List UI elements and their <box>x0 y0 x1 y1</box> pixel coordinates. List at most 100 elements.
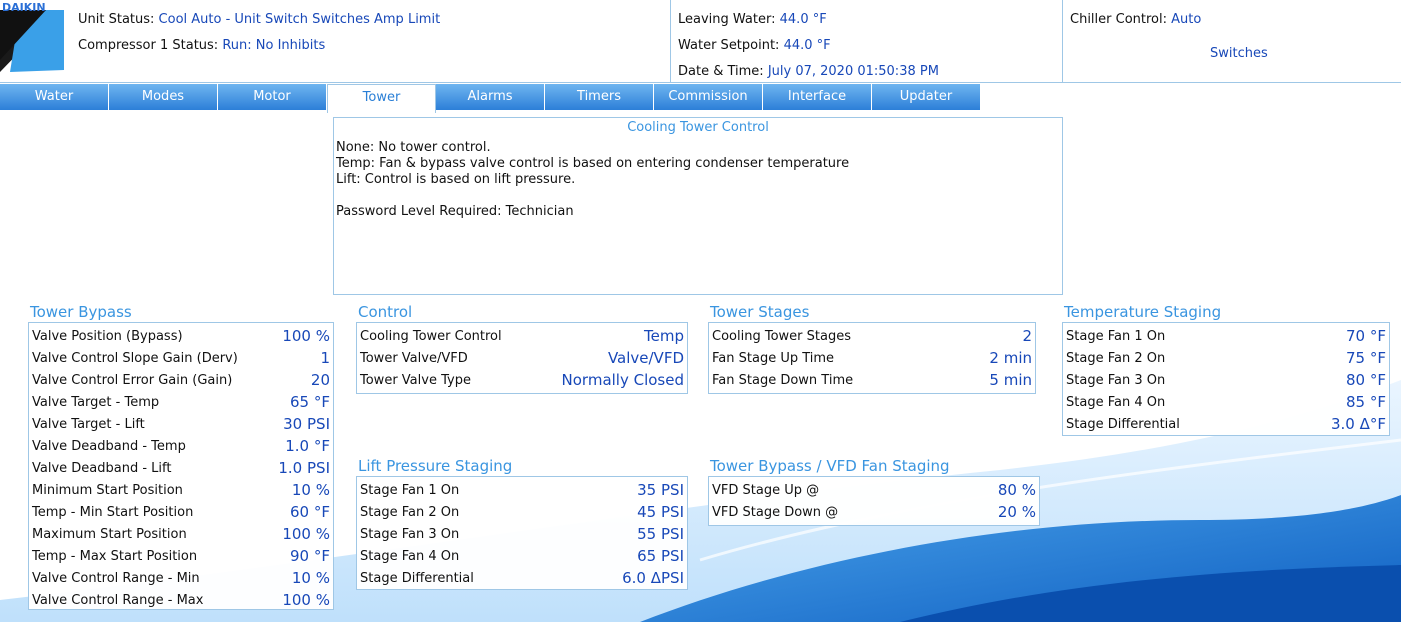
setting-row[interactable]: Cooling Tower Stages 2 <box>712 325 1032 347</box>
setting-row[interactable]: Valve Control Range - Min 10 % <box>32 567 330 589</box>
setting-value[interactable]: Valve/VFD <box>608 349 684 367</box>
compressor-status-label: Compressor 1 Status: <box>78 38 219 53</box>
date-time: Date & Time: July 07, 2020 01:50:38 PM <box>678 64 939 79</box>
setting-label: Valve Control Slope Gain (Derv) <box>32 350 238 366</box>
info-line: Temp: Fan & bypass valve control is base… <box>336 156 850 171</box>
setting-row[interactable]: Stage Fan 1 On 70 °F <box>1066 325 1386 347</box>
setting-label: Stage Fan 1 On <box>360 482 460 498</box>
switches-link[interactable]: Switches <box>1210 46 1268 61</box>
setting-value[interactable]: Temp <box>644 327 684 345</box>
setting-value[interactable]: 60 °F <box>290 503 330 521</box>
setting-row[interactable]: Stage Fan 3 On 55 PSI <box>360 523 684 545</box>
info-title: Cooling Tower Control <box>627 120 769 135</box>
setting-value[interactable]: Normally Closed <box>562 371 684 389</box>
setting-value[interactable]: 1 <box>320 349 330 367</box>
setting-value[interactable]: 1.0 PSI <box>278 459 330 477</box>
setting-row[interactable]: Tower Valve Type Normally Closed <box>360 369 684 391</box>
water-setpoint: Water Setpoint: 44.0 °F <box>678 38 831 53</box>
setting-value[interactable]: 100 % <box>282 525 330 543</box>
setting-value[interactable]: 2 <box>1022 327 1032 345</box>
setting-label: Stage Fan 4 On <box>1066 394 1166 410</box>
status-header: DAIKIN Unit Status: Cool Auto - Unit Swi… <box>0 0 1401 83</box>
setting-row[interactable]: Stage Fan 1 On 35 PSI <box>360 479 684 501</box>
setting-label: Stage Fan 1 On <box>1066 328 1166 344</box>
setting-row[interactable]: Tower Valve/VFD Valve/VFD <box>360 347 684 369</box>
setting-row[interactable]: Stage Fan 2 On 45 PSI <box>360 501 684 523</box>
tab-modes[interactable]: Modes <box>109 84 218 110</box>
tab-tower[interactable]: Tower <box>327 84 436 113</box>
setting-row[interactable]: Cooling Tower Control Temp <box>360 325 684 347</box>
chiller-control-label: Chiller Control: <box>1070 12 1167 27</box>
setting-value[interactable]: 10 % <box>292 569 330 587</box>
temperature-staging-panel: Stage Fan 1 On 70 °F Stage Fan 2 On 75 °F … <box>1062 322 1390 436</box>
setting-value[interactable]: 20 % <box>998 503 1036 521</box>
setting-row[interactable]: Fan Stage Up Time 2 min <box>712 347 1032 369</box>
setting-value[interactable]: 80 % <box>998 481 1036 499</box>
setting-value[interactable]: 30 PSI <box>283 415 330 433</box>
setting-value[interactable]: 100 % <box>282 327 330 345</box>
setting-row[interactable]: Valve Deadband - Temp 1.0 °F <box>32 435 330 457</box>
tab-commission[interactable]: Commission <box>654 84 763 110</box>
setting-label: Valve Control Range - Min <box>32 570 200 586</box>
tab-timers[interactable]: Timers <box>545 84 654 110</box>
info-lines: None: No tower control. Temp: Fan & bypa… <box>336 140 849 220</box>
lift-pressure-staging-title: Lift Pressure Staging <box>358 457 513 475</box>
setting-row[interactable]: Valve Deadband - Lift 1.0 PSI <box>32 457 330 479</box>
setting-row[interactable]: Stage Differential 6.0 ΔPSI <box>360 567 684 589</box>
setting-value[interactable]: 6.0 ΔPSI <box>622 569 684 587</box>
control-panel: Cooling Tower Control Temp Tower Valve/VF… <box>356 322 688 394</box>
compressor-status-value: Run: No Inhibits <box>222 38 326 53</box>
water-setpoint-value: 44.0 °F <box>783 38 831 53</box>
setting-row[interactable]: Valve Target - Temp 65 °F <box>32 391 330 413</box>
setting-value[interactable]: 10 % <box>292 481 330 499</box>
info-line <box>336 188 849 204</box>
setting-row[interactable]: Stage Differential 3.0 Δ°F <box>1066 413 1386 435</box>
setting-row[interactable]: Minimum Start Position 10 % <box>32 479 330 501</box>
setting-row[interactable]: Valve Control Error Gain (Gain) 20 <box>32 369 330 391</box>
leaving-water-label: Leaving Water: <box>678 12 776 27</box>
setting-value[interactable]: 85 °F <box>1346 393 1386 411</box>
setting-value[interactable]: 5 min <box>989 371 1032 389</box>
setting-value[interactable]: 75 °F <box>1346 349 1386 367</box>
tab-interface[interactable]: Interface <box>763 84 872 110</box>
setting-row[interactable]: Temp - Max Start Position 90 °F <box>32 545 330 567</box>
daikin-logo: DAIKIN <box>0 1 64 72</box>
setting-label: Valve Target - Temp <box>32 394 160 410</box>
setting-row[interactable]: Stage Fan 4 On 65 PSI <box>360 545 684 567</box>
setting-row[interactable]: VFD Stage Down @ 20 % <box>712 501 1036 523</box>
setting-row[interactable]: Valve Control Range - Max 100 % <box>32 589 330 611</box>
setting-row[interactable]: Fan Stage Down Time 5 min <box>712 369 1032 391</box>
setting-value[interactable]: 70 °F <box>1346 327 1386 345</box>
setting-label: Fan Stage Up Time <box>712 350 835 366</box>
setting-value[interactable]: 80 °F <box>1346 371 1386 389</box>
setting-value[interactable]: 55 PSI <box>637 525 684 543</box>
setting-value[interactable]: 3.0 Δ°F <box>1331 415 1386 433</box>
tab-alarms[interactable]: Alarms <box>436 84 545 110</box>
setting-label: Valve Position (Bypass) <box>32 328 183 344</box>
tab-updater[interactable]: Updater <box>872 84 981 110</box>
setting-value[interactable]: 90 °F <box>290 547 330 565</box>
setting-value[interactable]: 45 PSI <box>637 503 684 521</box>
setting-label: Cooling Tower Stages <box>712 328 851 344</box>
setting-label: Stage Fan 4 On <box>360 548 460 564</box>
setting-row[interactable]: Stage Fan 4 On 85 °F <box>1066 391 1386 413</box>
setting-value[interactable]: 2 min <box>989 349 1032 367</box>
setting-value[interactable]: 65 PSI <box>637 547 684 565</box>
setting-row[interactable]: Valve Control Slope Gain (Derv) 1 <box>32 347 330 369</box>
setting-row[interactable]: Stage Fan 3 On 80 °F <box>1066 369 1386 391</box>
tab-motor[interactable]: Motor <box>218 84 327 110</box>
setting-label: Tower Valve Type <box>360 372 471 388</box>
setting-value[interactable]: 35 PSI <box>637 481 684 499</box>
setting-value[interactable]: 20 <box>311 371 330 389</box>
setting-row[interactable]: Temp - Min Start Position 60 °F <box>32 501 330 523</box>
tab-water[interactable]: Water <box>0 84 109 110</box>
setting-row[interactable]: VFD Stage Up @ 80 % <box>712 479 1036 501</box>
setting-row[interactable]: Stage Fan 2 On 75 °F <box>1066 347 1386 369</box>
chiller-control: Chiller Control: Auto <box>1070 12 1201 27</box>
setting-value[interactable]: 100 % <box>282 591 330 609</box>
setting-value[interactable]: 1.0 °F <box>285 437 330 455</box>
setting-row[interactable]: Maximum Start Position 100 % <box>32 523 330 545</box>
setting-row[interactable]: Valve Target - Lift 30 PSI <box>32 413 330 435</box>
setting-value[interactable]: 65 °F <box>290 393 330 411</box>
setting-row[interactable]: Valve Position (Bypass) 100 % <box>32 325 330 347</box>
